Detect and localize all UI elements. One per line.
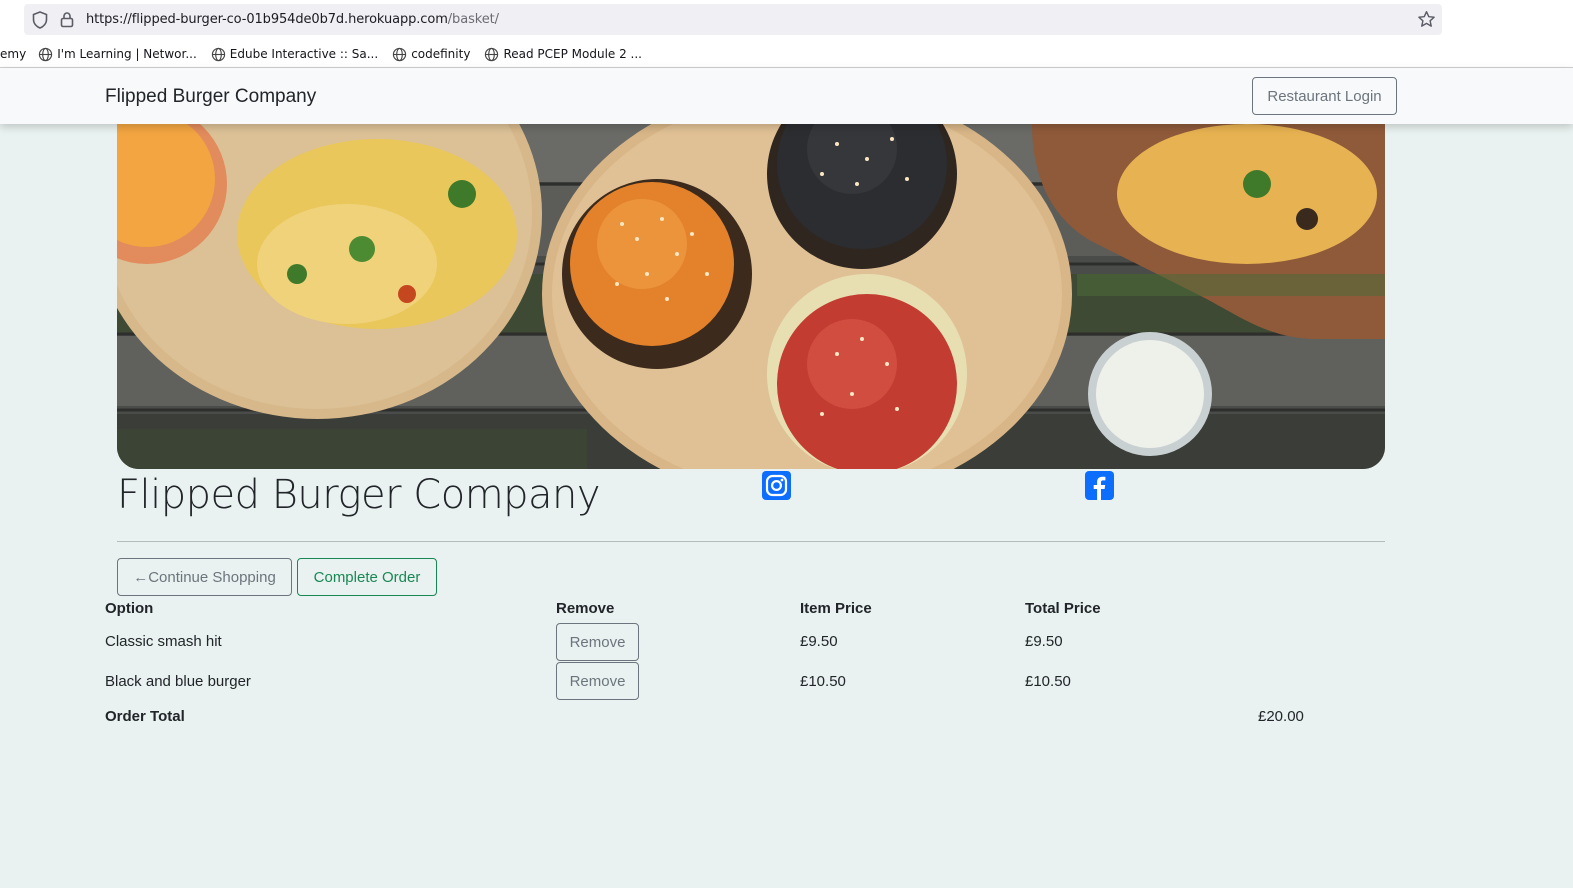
- order-total-value: £20.00: [1258, 708, 1304, 725]
- facebook-link[interactable]: [1085, 471, 1114, 500]
- remove-button[interactable]: Remove: [556, 623, 639, 661]
- hero-image: [117, 124, 1385, 469]
- globe-icon: [393, 47, 407, 61]
- instagram-icon: [762, 471, 791, 500]
- bookmark-star-icon[interactable]: [1417, 10, 1436, 29]
- globe-icon: [39, 47, 53, 61]
- facebook-icon: [1085, 471, 1114, 500]
- browser-toolbar: https://flipped-burger-co-01b954de0b7d.h…: [0, 0, 1573, 68]
- bookmark-label: emy: [0, 47, 27, 61]
- remove-button[interactable]: Remove: [556, 662, 639, 700]
- complete-order-button[interactable]: Complete Order: [297, 558, 437, 596]
- option-name: Classic smash hit: [105, 633, 222, 650]
- item-price: £10.50: [800, 673, 846, 690]
- column-header-remove: Remove: [556, 600, 615, 617]
- globe-icon: [485, 47, 499, 61]
- restaurant-login-button[interactable]: Restaurant Login: [1252, 77, 1397, 115]
- navbar-brand[interactable]: Flipped Burger Company: [105, 86, 316, 108]
- divider: [117, 541, 1385, 542]
- bookmark-item[interactable]: Read PCEP Module 2 ...: [484, 47, 642, 62]
- continue-shopping-button[interactable]: ←Continue Shopping: [117, 558, 292, 596]
- bookmark-label: Read PCEP Module 2 ...: [503, 47, 642, 61]
- address-bar[interactable]: https://flipped-burger-co-01b954de0b7d.h…: [24, 4, 1442, 35]
- column-header-option: Option: [105, 600, 154, 617]
- order-total-label: Order Total: [105, 708, 185, 725]
- column-header-item-price: Item Price: [800, 600, 872, 617]
- bookmark-label: codefinity: [411, 47, 471, 61]
- item-price: £9.50: [800, 633, 838, 650]
- url-text[interactable]: https://flipped-burger-co-01b954de0b7d.h…: [86, 12, 499, 27]
- page-title: Flipped Burger Company: [117, 472, 601, 518]
- option-name: Black and blue burger: [105, 673, 251, 690]
- site-navbar: Flipped Burger Company Restaurant Login: [0, 68, 1573, 124]
- instagram-link[interactable]: [762, 471, 791, 500]
- total-price: £10.50: [1025, 673, 1071, 690]
- bookmarks-bar: emy I'm Learning | Networ... Edube Inter…: [0, 44, 656, 64]
- bookmark-label: I'm Learning | Networ...: [57, 47, 197, 61]
- bookmark-item[interactable]: codefinity: [392, 47, 470, 62]
- url-host: https://flipped-burger-co-01b954de0b7d.h…: [86, 12, 448, 27]
- bookmark-item[interactable]: emy: [0, 47, 26, 61]
- bookmark-item[interactable]: I'm Learning | Networ...: [38, 47, 197, 62]
- total-price: £9.50: [1025, 633, 1063, 650]
- globe-icon: [211, 47, 225, 61]
- column-header-total-price: Total Price: [1025, 600, 1101, 617]
- lock-icon[interactable]: [60, 11, 74, 28]
- url-path: /basket/: [447, 12, 499, 27]
- bookmark-label: Edube Interactive :: Sa...: [229, 47, 379, 61]
- shield-icon[interactable]: [32, 11, 48, 29]
- bookmark-item[interactable]: Edube Interactive :: Sa...: [211, 47, 378, 62]
